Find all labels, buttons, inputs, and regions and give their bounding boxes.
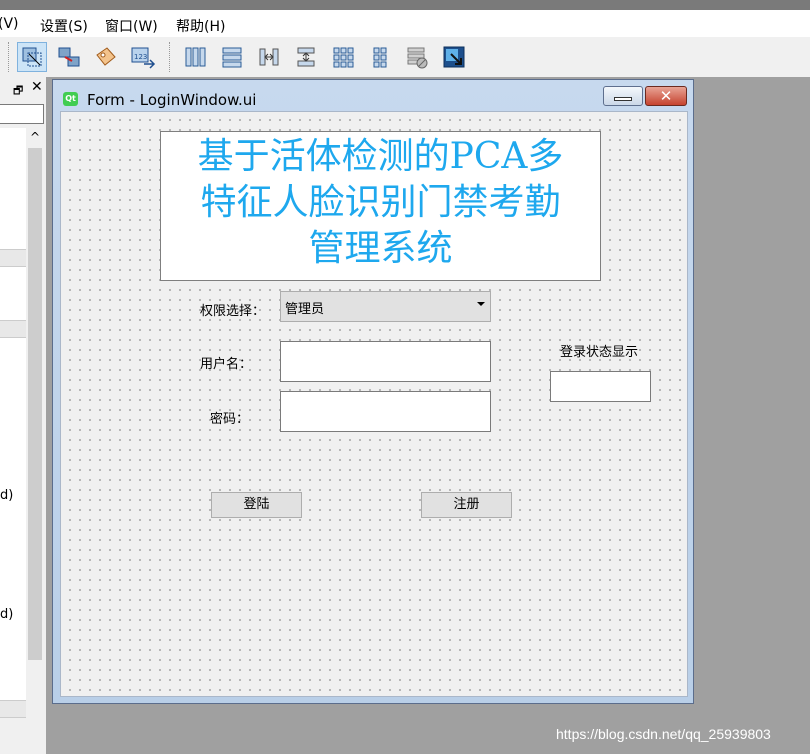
vertical-splitter-icon — [297, 47, 315, 67]
toolbar-separator — [169, 42, 172, 72]
menu-window[interactable]: 窗口(W) — [105, 16, 158, 36]
layout-form-button[interactable] — [365, 42, 395, 72]
permission-select-value: 管理员 — [285, 302, 325, 317]
edit-signals-button[interactable] — [54, 42, 84, 72]
app-top-strip — [0, 0, 810, 10]
dock-scrollbar-thumb[interactable] — [28, 148, 42, 660]
window-title: Form - LoginWindow.ui — [87, 91, 257, 109]
login-status-display — [550, 371, 651, 402]
layout-grid-button[interactable] — [328, 42, 358, 72]
break-layout-button[interactable] — [402, 42, 432, 72]
edit-signals-icon — [58, 47, 80, 67]
system-title-line: 管理系统 — [308, 228, 453, 269]
adjust-size-button[interactable] — [439, 42, 469, 72]
edit-widgets-icon — [22, 47, 42, 67]
toolbar-separator — [8, 42, 11, 72]
username-input[interactable] — [280, 341, 491, 382]
dock-category-row[interactable] — [0, 320, 26, 338]
layout-horizontal-button[interactable] — [180, 42, 210, 72]
edit-buddies-button[interactable] — [91, 42, 121, 72]
layout-vertical-icon — [222, 47, 242, 68]
system-title: 基于活体检测的PCA多 特征人脸识别门禁考勤 管理系统 — [160, 134, 601, 272]
username-label: 用户名： — [200, 357, 253, 372]
qt-logo-icon: Qt — [63, 92, 78, 106]
dock-filter-input[interactable] — [0, 104, 44, 124]
password-input[interactable] — [280, 391, 491, 432]
break-layout-icon — [407, 47, 428, 69]
system-title-line: 基于活体检测的PCA多 — [197, 136, 564, 177]
edit-widgets-button[interactable] — [17, 42, 47, 72]
layout-grid-icon — [333, 47, 354, 68]
horizontal-splitter-icon — [259, 48, 279, 66]
layout-vertical-button[interactable] — [217, 42, 247, 72]
dock-category-row[interactable] — [0, 700, 26, 718]
close-icon: ✕ — [659, 87, 673, 105]
adjust-size-icon — [443, 46, 465, 68]
layout-horizontal-icon — [185, 47, 206, 67]
edit-tab-order-button[interactable]: 123 — [128, 42, 158, 72]
menu-view[interactable]: (V) — [0, 16, 19, 32]
layout-vertical-splitter-button[interactable] — [291, 42, 321, 72]
minimize-button[interactable] — [603, 86, 643, 106]
minimize-icon — [614, 97, 632, 101]
dock-truncated-text: d) — [0, 488, 14, 503]
password-label: 密码： — [210, 412, 250, 427]
layout-horizontal-splitter-button[interactable] — [254, 42, 284, 72]
scroll-up-icon[interactable]: ^ — [26, 128, 44, 146]
watermark-text: https://blog.csdn.net/qq_25939803 — [556, 726, 771, 742]
permission-label: 权限选择： — [200, 304, 266, 319]
menu-settings[interactable]: 设置(S) — [40, 16, 88, 36]
edit-tab-order-icon: 123 — [131, 47, 156, 69]
layout-form-icon — [373, 47, 387, 68]
dock-truncated-text: d) — [0, 607, 14, 622]
dock-category-row[interactable] — [0, 249, 26, 267]
dock-list — [0, 128, 27, 718]
edit-buddies-icon — [96, 47, 116, 66]
close-button[interactable]: ✕ — [645, 86, 687, 106]
menu-help[interactable]: 帮助(H) — [176, 16, 225, 36]
dropdown-arrow-icon — [477, 302, 485, 306]
system-title-line: 特征人脸识别门禁考勤 — [200, 182, 561, 223]
register-button[interactable]: 注册 — [421, 492, 512, 518]
login-button[interactable]: 登陆 — [211, 492, 302, 518]
svg-text:123: 123 — [134, 53, 147, 61]
dock-close-icon[interactable]: ✕ — [31, 79, 43, 95]
dock-float-icon[interactable]: 🗗 — [13, 82, 23, 101]
login-status-label: 登录状态显示 — [560, 345, 639, 360]
